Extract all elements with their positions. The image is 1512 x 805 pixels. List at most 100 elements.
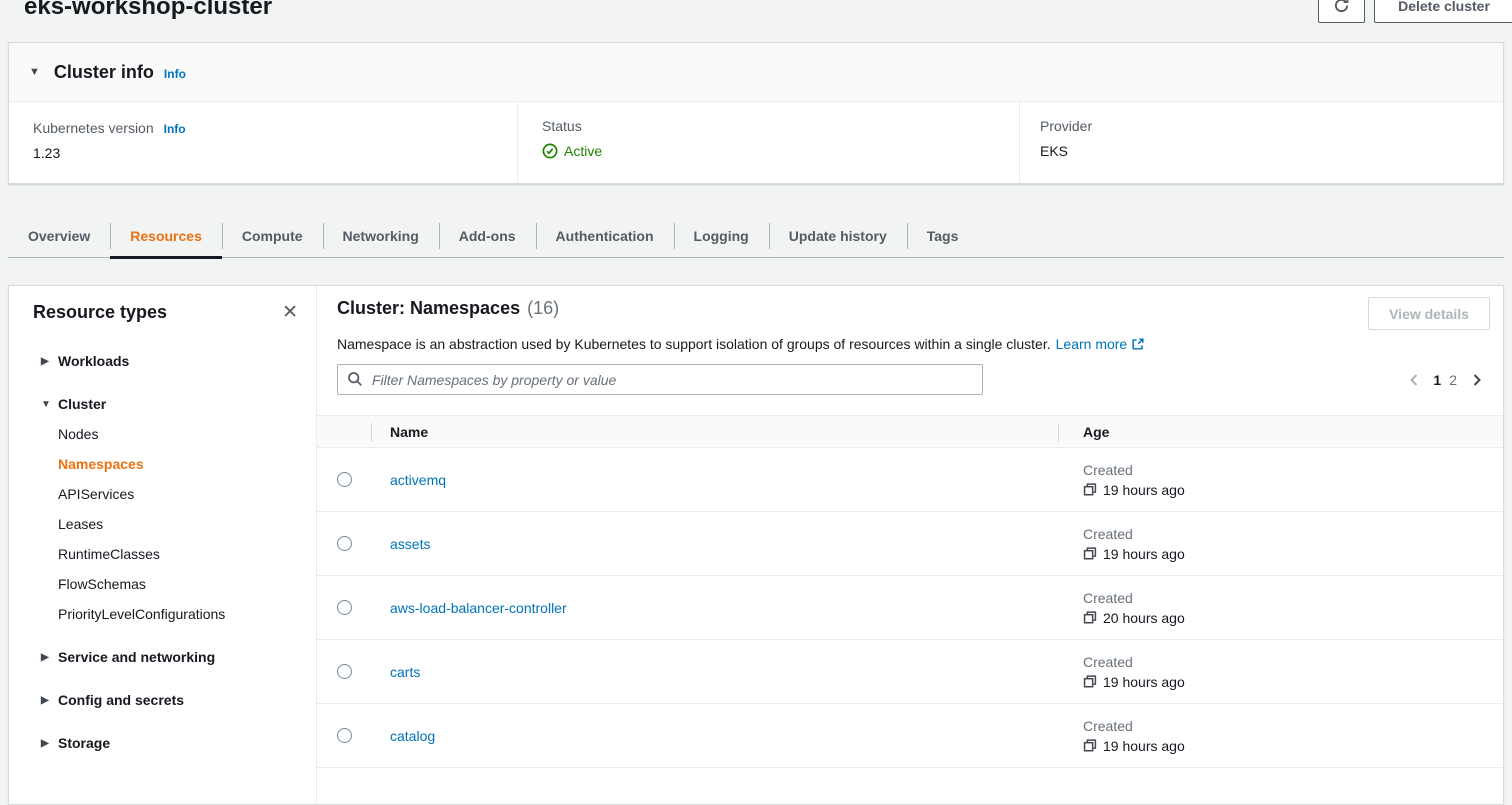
sidebar-group-service-and-networking[interactable]: ▶Service and networking <box>41 642 316 672</box>
namespaces-content: Cluster: Namespaces (16) View details Na… <box>317 286 1503 804</box>
copy-icon[interactable] <box>1083 482 1097 497</box>
chevron-right-icon: ▶ <box>41 652 58 663</box>
close-icon[interactable]: ✕ <box>282 303 298 322</box>
sidebar-group-label: Workloads <box>58 353 129 369</box>
kubernetes-version-label: Kubernetes version <box>33 120 154 136</box>
created-label: Created <box>1083 718 1503 734</box>
search-icon <box>347 371 363 387</box>
age-column-header: Age <box>1058 416 1503 447</box>
resource-tree: ▶Workloads▼ClusterNodesNamespacesAPIServ… <box>9 323 316 758</box>
tab-update-history[interactable]: Update history <box>769 214 907 257</box>
page-number-1[interactable]: 1 <box>1433 372 1441 388</box>
age-value: 19 hours ago <box>1103 546 1185 562</box>
sidebar-item-apiservices[interactable]: APIServices <box>41 479 316 509</box>
table-row: activemq Created 19 hours ago <box>317 448 1503 512</box>
namespace-link[interactable]: aws-load-balancer-controller <box>390 600 567 616</box>
field-kubernetes-version: Kubernetes version Info 1.23 <box>9 102 517 183</box>
field-status: Status Active <box>517 102 1019 183</box>
row-radio-button[interactable] <box>337 728 352 743</box>
sidebar-item-namespaces[interactable]: Namespaces <box>41 449 316 479</box>
age-value: 19 hours ago <box>1103 482 1185 498</box>
namespace-link[interactable]: catalog <box>390 728 435 744</box>
created-label: Created <box>1083 654 1503 670</box>
namespace-link[interactable]: assets <box>390 536 430 552</box>
table-row: aws-load-balancer-controller Created 20 … <box>317 576 1503 640</box>
cluster-info-info-link[interactable]: Info <box>164 67 186 81</box>
copy-icon[interactable] <box>1083 674 1097 689</box>
tab-resources[interactable]: Resources <box>110 214 222 257</box>
table-row: assets Created 19 hours ago <box>317 512 1503 576</box>
status-label: Status <box>542 118 582 134</box>
tab-authentication[interactable]: Authentication <box>536 214 674 257</box>
sidebar-group-cluster[interactable]: ▼Cluster <box>41 389 316 419</box>
sidebar-group-label: Storage <box>58 735 110 751</box>
sidebar-group-storage[interactable]: ▶Storage <box>41 728 316 758</box>
learn-more-link[interactable]: Learn more <box>1056 336 1146 352</box>
delete-cluster-button[interactable]: Delete cluster <box>1374 0 1512 23</box>
cluster-info-header[interactable]: ▼ Cluster info Info <box>9 43 1503 102</box>
next-page-icon[interactable] <box>1465 368 1489 392</box>
sidebar-group-label: Cluster <box>58 396 106 412</box>
copy-icon[interactable] <box>1083 610 1097 625</box>
namespace-link[interactable]: activemq <box>390 472 446 488</box>
table-row: carts Created 19 hours ago <box>317 640 1503 704</box>
sidebar-group-workloads[interactable]: ▶Workloads <box>41 346 316 376</box>
tab-compute[interactable]: Compute <box>222 214 323 257</box>
provider-label: Provider <box>1040 118 1092 134</box>
tab-logging[interactable]: Logging <box>674 214 769 257</box>
page-number-2[interactable]: 2 <box>1449 372 1457 388</box>
filter-input[interactable] <box>337 364 983 395</box>
kubernetes-version-info-link[interactable]: Info <box>164 122 186 136</box>
copy-icon[interactable] <box>1083 546 1097 561</box>
namespace-link[interactable]: carts <box>390 664 420 680</box>
row-radio-button[interactable] <box>337 600 352 615</box>
content-count: (16) <box>527 298 559 319</box>
table-header-row: Name Age <box>317 415 1503 448</box>
status-value: Active <box>564 143 602 159</box>
sidebar-item-flowschemas[interactable]: FlowSchemas <box>41 569 316 599</box>
check-circle-icon <box>542 143 558 159</box>
refresh-icon <box>1333 0 1350 14</box>
age-cell: Created 19 hours ago <box>1058 462 1503 498</box>
copy-icon[interactable] <box>1083 738 1097 753</box>
age-value: 19 hours ago <box>1103 674 1185 690</box>
sidebar-item-runtimeclasses[interactable]: RuntimeClasses <box>41 539 316 569</box>
content-title: Cluster: Namespaces <box>337 298 520 319</box>
sidebar-item-prioritylevelconfigurations[interactable]: PriorityLevelConfigurations <box>41 599 316 629</box>
page-title: eks-workshop-cluster <box>24 0 272 21</box>
collapse-caret-icon: ▼ <box>29 66 40 78</box>
namespaces-table: Name Age activemq Created 19 hours ago a… <box>317 415 1503 768</box>
tab-networking[interactable]: Networking <box>323 214 439 257</box>
sidebar-item-nodes[interactable]: Nodes <box>41 419 316 449</box>
row-radio-button[interactable] <box>337 664 352 679</box>
chevron-right-icon: ▶ <box>41 695 58 706</box>
cluster-info-title: Cluster info <box>54 62 154 83</box>
tab-add-ons[interactable]: Add-ons <box>439 214 536 257</box>
age-cell: Created 19 hours ago <box>1058 718 1503 754</box>
refresh-button[interactable] <box>1318 0 1365 23</box>
pagination: 1 2 <box>1401 368 1489 392</box>
sidebar-group-config-and-secrets[interactable]: ▶Config and secrets <box>41 685 316 715</box>
sidebar-group-label: Config and secrets <box>58 692 184 708</box>
chevron-right-icon: ▶ <box>41 356 58 367</box>
age-value: 20 hours ago <box>1103 610 1185 626</box>
view-details-button[interactable]: View details <box>1368 297 1490 330</box>
sidebar-item-leases[interactable]: Leases <box>41 509 316 539</box>
name-column-header: Name <box>371 416 1058 447</box>
created-label: Created <box>1083 526 1503 542</box>
tab-tags[interactable]: Tags <box>907 214 979 257</box>
content-description: Namespace is an abstraction used by Kube… <box>337 336 1051 352</box>
created-label: Created <box>1083 590 1503 606</box>
sidebar-group-label: Service and networking <box>58 649 215 665</box>
chevron-down-icon: ▼ <box>41 399 58 410</box>
status-badge: Active <box>542 143 1019 159</box>
sidebar-title: Resource types <box>33 302 167 323</box>
row-radio-button[interactable] <box>337 472 352 487</box>
resources-panel: Resource types ✕ ▶Workloads▼ClusterNodes… <box>8 285 1504 805</box>
row-radio-button[interactable] <box>337 536 352 551</box>
created-label: Created <box>1083 462 1503 478</box>
provider-value: EKS <box>1040 143 1503 159</box>
tab-overview[interactable]: Overview <box>8 214 110 257</box>
previous-page-icon[interactable] <box>1401 368 1425 392</box>
age-cell: Created 19 hours ago <box>1058 654 1503 690</box>
